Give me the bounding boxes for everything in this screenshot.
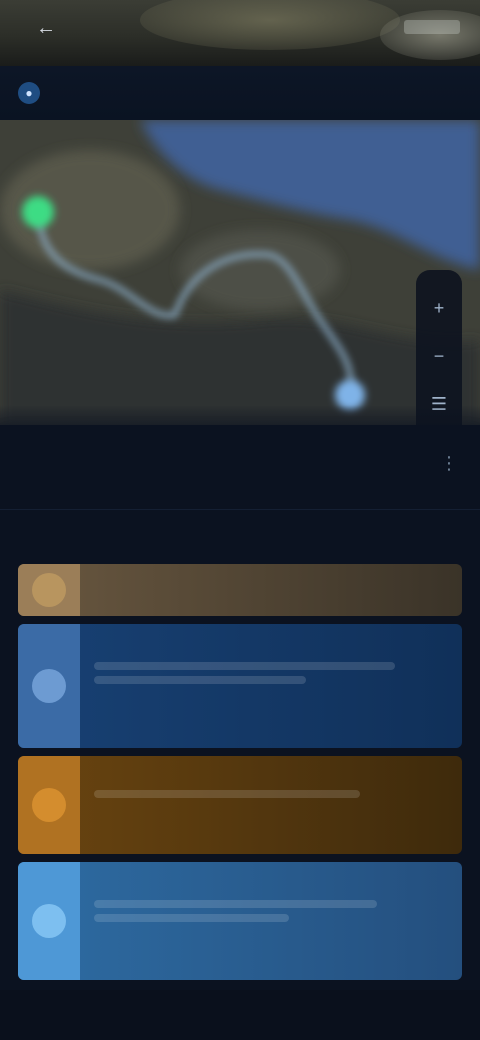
- status-indicator: [404, 20, 460, 34]
- minus-icon: −: [433, 345, 445, 366]
- segment-detail-line: [94, 662, 395, 670]
- segment-detail-line: [94, 676, 307, 684]
- segment-icon: [32, 669, 66, 703]
- segment-icon: [32, 788, 66, 822]
- map-canvas: [0, 120, 480, 425]
- map-controls: + − ☰ ◎: [416, 270, 462, 425]
- more-button[interactable]: ⋮: [440, 453, 458, 474]
- segment-rail: [18, 564, 80, 616]
- bottom-bar: [0, 990, 480, 1040]
- segment-icon: [32, 573, 66, 607]
- route-summary: ⋮: [0, 435, 480, 560]
- map-fade: [0, 405, 480, 435]
- segment-detail-line: [94, 914, 289, 922]
- arrow-left-icon: ←: [36, 16, 56, 39]
- segment-rail: [18, 624, 80, 748]
- segment-card[interactable]: [18, 564, 462, 616]
- photo-highlight: [380, 10, 480, 60]
- segment-detail-line: [94, 900, 378, 908]
- title-bar: ●: [0, 66, 480, 120]
- photo-highlight: [140, 0, 400, 50]
- plus-icon: +: [433, 297, 445, 318]
- more-icon: ⋮: [440, 453, 458, 473]
- zoom-out-button[interactable]: −: [424, 341, 454, 371]
- segment-list: [18, 564, 462, 984]
- segment-card[interactable]: [18, 756, 462, 854]
- map-pin-icon: ●: [18, 82, 40, 104]
- back-button[interactable]: ←: [32, 14, 60, 42]
- route-map[interactable]: + − ☰ ◎: [0, 120, 480, 425]
- segment-card[interactable]: [18, 862, 462, 980]
- segment-rail: [18, 756, 80, 854]
- segment-card[interactable]: [18, 624, 462, 748]
- header-photo: ←: [0, 0, 480, 66]
- segment-icon: [32, 904, 66, 938]
- segment-detail-line: [94, 790, 360, 798]
- zoom-in-button[interactable]: +: [424, 293, 454, 323]
- start-marker[interactable]: [22, 196, 54, 228]
- segment-rail: [18, 862, 80, 980]
- stats-row: [0, 509, 480, 559]
